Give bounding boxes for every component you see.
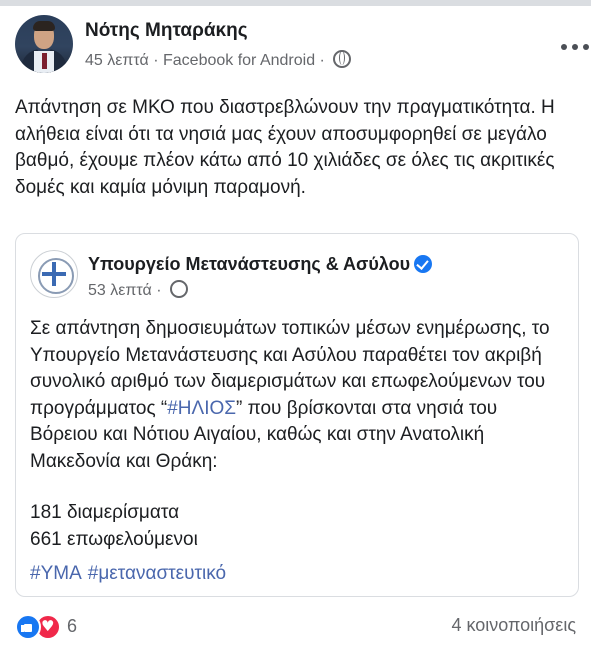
stat-beneficiaries: 661 επωφελούμενοι [30, 528, 198, 550]
hashtag-link-helios[interactable]: #ΗΛΙΟΣ [167, 398, 236, 419]
shared-page-name-text[interactable]: Υπουργείο Μετανάστευσης & Ασύλου [88, 254, 410, 274]
ministry-seal-avatar[interactable] [30, 250, 78, 298]
hashtags: #ΥΜΑ #μεταναστευτικό [30, 563, 232, 585]
more-options-icon[interactable] [561, 41, 589, 53]
stat-apartments: 181 διαμερίσματα [30, 502, 180, 523]
shared-page-name[interactable]: Υπουργείο Μετανάστευσης & Ασύλου [88, 254, 433, 275]
top-divider [0, 0, 591, 6]
post-time[interactable]: 45 λεπτά [85, 52, 149, 69]
meta-separator-2: · [319, 52, 325, 69]
meta-separator: · [153, 52, 159, 69]
post-text: Απάντηση σε ΜΚΟ που διαστρεβλώνουν την π… [15, 97, 555, 198]
shared-post-meta: 53 λεπτά · [88, 280, 188, 300]
shared-stats: 181 διαμερίσματα 661 επωφελούμενοι [30, 500, 198, 553]
author-name[interactable]: Νότης Μηταράκης [85, 20, 248, 42]
shared-post-time[interactable]: 53 λεπτά [88, 282, 152, 299]
like-reaction-icon [15, 614, 41, 640]
author-avatar[interactable] [15, 15, 73, 73]
globe-icon [170, 280, 188, 298]
globe-icon [333, 50, 352, 68]
verified-badge-icon [414, 255, 433, 273]
shared-meta-separator: · [156, 282, 162, 299]
shared-post-card[interactable]: Υπουργείο Μετανάστευσης & Ασύλου 53 λεπτ… [15, 233, 579, 597]
reaction-count[interactable]: 6 [67, 616, 77, 637]
post-meta: 45 λεπτά · Facebook for Android · [85, 50, 352, 70]
shares-count[interactable]: 4 κοινοποιήσεις [451, 615, 576, 636]
shared-post-text: Σε απάντηση δημοσιευμάτων τοπικών μέσων … [30, 316, 570, 475]
hashtag-link[interactable]: #μεταναστευτικό [88, 563, 226, 584]
post-header: Νότης Μηταράκης 45 λεπτά · Facebook for … [15, 15, 589, 77]
hashtag-link[interactable]: #ΥΜΑ [30, 563, 82, 584]
post-source: Facebook for Android [163, 52, 316, 69]
